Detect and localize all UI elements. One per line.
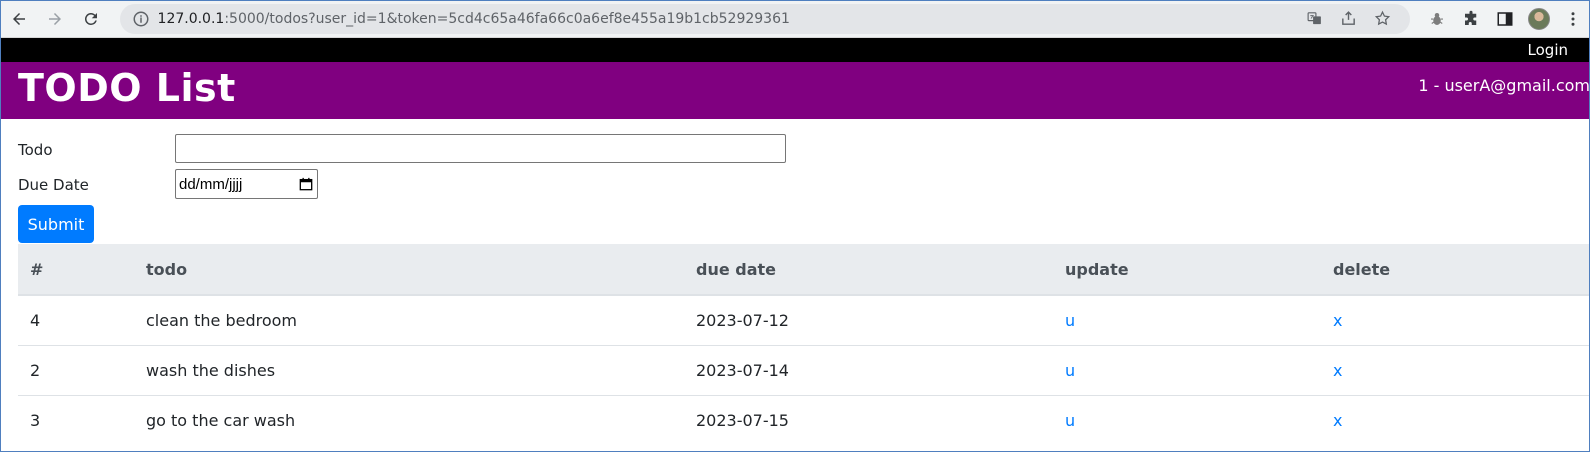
todo-label: Todo <box>18 141 53 159</box>
table-row: 2 wash the dishes 2023-07-14 u x <box>18 344 1590 395</box>
extensions-button[interactable] <box>1454 4 1488 34</box>
column-header-id: # <box>18 244 146 296</box>
arrow-right-icon <box>48 12 61 25</box>
extensions-area <box>1420 4 1590 34</box>
table-row: 4 clean the bedroom 2023-07-12 u x <box>18 294 1590 345</box>
due-date-label: Due Date <box>18 176 89 194</box>
bug-icon <box>1430 12 1443 25</box>
browser-toolbar: 127.0.0.1:5000/todos?user_id=1&token=5cd… <box>0 0 1590 38</box>
address-bar[interactable]: 127.0.0.1:5000/todos?user_id=1&token=5cd… <box>119 3 1410 34</box>
cell-todo: go to the car wash <box>146 394 696 445</box>
column-header-due-date: due date <box>696 244 1065 296</box>
bug-extension-button[interactable] <box>1420 4 1454 34</box>
puzzle-icon <box>1464 10 1477 25</box>
current-user-label: 1 - userA@gmail.com <box>1418 76 1590 95</box>
share-icon <box>1342 11 1356 25</box>
delete-link[interactable]: x <box>1333 411 1342 430</box>
login-link[interactable]: Login <box>1528 41 1568 59</box>
side-panel-button[interactable] <box>1488 4 1522 34</box>
forward-button[interactable] <box>38 2 72 36</box>
more-vert-icon <box>1571 11 1575 26</box>
translate-button[interactable] <box>1300 6 1330 32</box>
todo-form: Todo Due Date dd/mm/jjjj Submit <box>0 119 1590 243</box>
side-panel-icon <box>1497 11 1513 26</box>
column-header-update: update <box>1065 244 1333 296</box>
menu-button[interactable] <box>1556 4 1590 34</box>
update-link[interactable]: u <box>1065 361 1075 380</box>
url-text: 127.0.0.1:5000/todos?user_id=1&token=5cd… <box>157 10 790 27</box>
todo-input[interactable] <box>175 134 786 163</box>
page-header: TODO List 1 - userA@gmail.com <box>0 62 1590 119</box>
bookmark-button[interactable] <box>1368 6 1398 32</box>
delete-link[interactable]: x <box>1333 311 1342 330</box>
translate-icon <box>1308 12 1322 25</box>
share-button[interactable] <box>1334 6 1364 32</box>
avatar <box>1527 7 1550 30</box>
site-info-icon[interactable] <box>132 10 150 28</box>
cell-id: 4 <box>18 294 146 345</box>
update-link[interactable]: u <box>1065 411 1075 430</box>
cell-todo: wash the dishes <box>146 344 696 395</box>
top-navbar: Login <box>0 38 1590 62</box>
cell-id: 2 <box>18 344 146 395</box>
todo-table: # todo due date update delete 4 clean th… <box>18 244 1590 445</box>
cell-due-date: 2023-07-14 <box>696 344 1065 395</box>
column-header-delete: delete <box>1333 244 1590 296</box>
profile-button[interactable] <box>1522 4 1556 34</box>
table-header-row: # todo due date update delete <box>18 244 1590 296</box>
back-button[interactable] <box>2 2 36 36</box>
reload-button[interactable] <box>74 2 108 36</box>
table-row: 3 go to the car wash 2023-07-15 u x <box>18 394 1590 445</box>
update-link[interactable]: u <box>1065 311 1075 330</box>
cell-due-date: 2023-07-15 <box>696 394 1065 445</box>
reload-icon <box>84 12 97 25</box>
cell-id: 3 <box>18 394 146 445</box>
calendar-icon[interactable] <box>299 177 313 191</box>
cell-todo: clean the bedroom <box>146 294 696 345</box>
cell-due-date: 2023-07-12 <box>696 294 1065 345</box>
due-date-placeholder: dd/mm/jjjj <box>179 175 243 193</box>
page-title: TODO List <box>18 66 236 110</box>
arrow-left-icon <box>12 12 25 25</box>
due-date-input[interactable]: dd/mm/jjjj <box>175 169 318 199</box>
delete-link[interactable]: x <box>1333 361 1342 380</box>
submit-button[interactable]: Submit <box>18 205 94 243</box>
star-icon <box>1375 10 1391 26</box>
column-header-todo: todo <box>146 244 696 296</box>
